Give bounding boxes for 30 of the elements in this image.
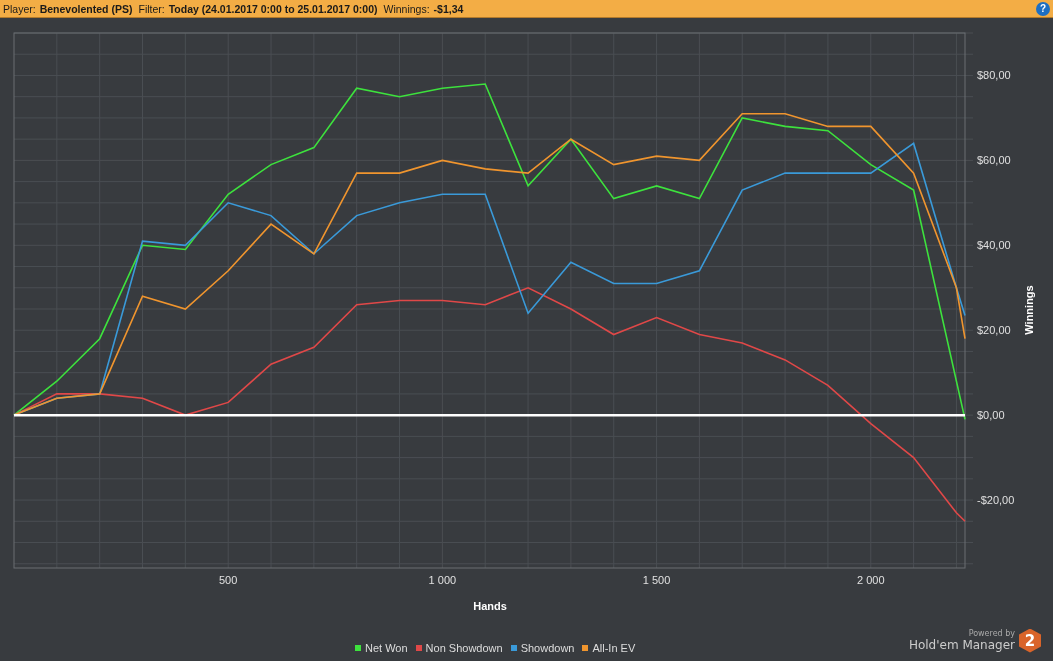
x-tick-label: 500 (219, 574, 238, 586)
filter-value: Today (24.01.2017 0:00 to 25.01.2017 0:00) (168, 2, 378, 15)
x-tick-label: 2 000 (857, 574, 885, 586)
y-axis-title: Winnings (1023, 285, 1035, 335)
legend-swatch (415, 645, 422, 651)
y-tick-label: $0,00 (977, 409, 1005, 422)
product-name: Hold'em Manager (908, 638, 1015, 652)
filter-label: Filter: (138, 2, 165, 15)
x-tick-label: 1 500 (642, 574, 671, 586)
y-tick-label: -$20,00 (977, 494, 1015, 507)
help-button[interactable]: ? (1036, 1, 1050, 16)
player-name: Benevolented (PS) (39, 2, 133, 15)
x-tick-label: 1 000 (428, 574, 457, 586)
y-tick-label: $60,00 (977, 154, 1011, 167)
legend-label: Net Won (365, 642, 408, 654)
x-axis-title: Hands (473, 600, 507, 612)
legend-label: All-In EV (592, 642, 636, 654)
legend-label: Non Showdown (425, 642, 503, 654)
legend-swatch (510, 645, 517, 651)
player-label: Player: (3, 2, 36, 15)
y-tick-label: $80,00 (977, 69, 1011, 82)
y-tick-label: $40,00 (977, 239, 1011, 252)
logo-badge: 2 (1019, 628, 1041, 653)
winnings-value: -$1,34 (433, 2, 464, 15)
legend-swatch (355, 645, 361, 651)
winnings-label: Winnings: (383, 2, 430, 15)
legend-label: Showdown (520, 642, 575, 654)
y-tick-label: $20,00 (977, 324, 1011, 337)
powered-by-text: Powered by (968, 629, 1015, 638)
legend-swatch (582, 645, 589, 651)
